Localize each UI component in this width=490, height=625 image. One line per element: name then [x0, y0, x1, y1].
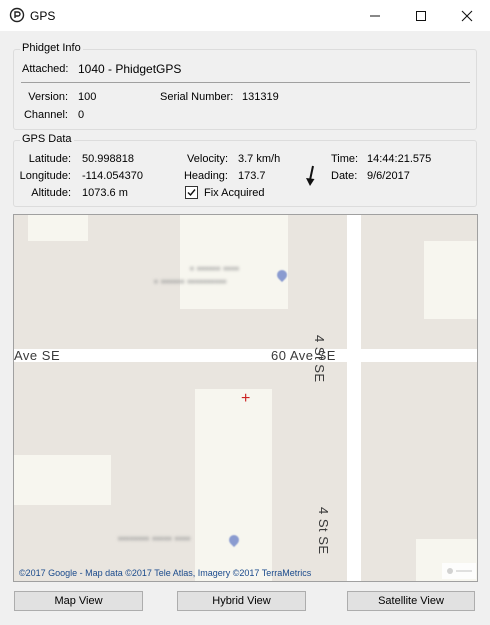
road-label-4-st-top: 4 St SE [312, 335, 327, 383]
maximize-button[interactable] [398, 0, 444, 31]
longitude-value: -114.054370 [82, 170, 143, 182]
channel-label: Channel: [23, 109, 68, 121]
satellite-view-button[interactable]: Satellite View [347, 591, 475, 611]
phidget-app-icon [9, 7, 25, 23]
attached-value: 1040 - PhidgetGPS [78, 62, 182, 76]
close-icon [461, 10, 473, 21]
blurred-place-label: ▪▪▪▪▪▪▪▪ ▪▪▪▪▪ ▪▪▪▪ [118, 533, 191, 545]
window-title: GPS [30, 9, 56, 23]
map-building [14, 455, 111, 505]
minimize-icon [370, 15, 380, 16]
position-crosshair-icon: + [241, 390, 251, 407]
longitude-label: Longitude: [19, 170, 71, 182]
attached-label: Attached: [22, 63, 69, 75]
blurred-place-label: ▪ ▪▪▪▪▪▪ ▪▪▪▪▪▪▪▪▪▪ [154, 276, 227, 288]
map-view-button[interactable]: Map View [14, 591, 143, 611]
latitude-label: Latitude: [28, 153, 71, 165]
fix-acquired-checkbox[interactable] [185, 186, 198, 199]
map-view[interactable]: ▪ ▪▪▪▪▪▪ ▪▪▪▪ ▪ ▪▪▪▪▪▪ ▪▪▪▪▪▪▪▪▪▪ ▪▪▪▪▪▪… [13, 214, 478, 582]
maximize-icon [416, 10, 426, 21]
fix-acquired-label: Fix Acquired [204, 187, 265, 199]
time-label: Time: [331, 153, 359, 165]
heading-value: 173.7 [238, 170, 266, 182]
road-label-60-ave-left: Ave SE [14, 348, 61, 363]
heading-label: Heading: [183, 170, 228, 182]
channel-value: 0 [78, 109, 85, 121]
map-copyright: ©2017 Google - Map data ©2017 Tele Atlas… [19, 568, 312, 578]
blurred-place-label: ▪ ▪▪▪▪▪▪ ▪▪▪▪ [190, 263, 240, 275]
info-separator [21, 82, 470, 83]
map-scale-icon [442, 563, 476, 579]
checkmark-icon [187, 189, 196, 197]
altitude-value: 1073.6 m [82, 187, 128, 199]
version-value: 100 [78, 91, 97, 103]
date-value: 9/6/2017 [367, 170, 410, 182]
road-4-st-se [347, 215, 361, 581]
map-building [180, 215, 288, 309]
gps-data-title: GPS Data [20, 133, 74, 145]
close-button[interactable] [444, 0, 490, 31]
road-label-4-st-bottom: 4 St SE [316, 507, 331, 555]
velocity-value: 3.7 km/h [238, 153, 281, 165]
map-building [28, 215, 88, 241]
map-building [424, 241, 477, 319]
minimize-button[interactable] [352, 0, 398, 31]
date-label: Date: [331, 170, 358, 182]
map-building [195, 389, 272, 581]
serial-number-value: 131319 [242, 91, 279, 103]
road-60-ave-se [14, 349, 477, 362]
hybrid-view-button[interactable]: Hybrid View [177, 591, 306, 611]
phidget-info-title: Phidget Info [20, 42, 83, 54]
heading-arrow-icon [304, 164, 318, 191]
velocity-label: Velocity: [187, 153, 228, 165]
latitude-value: 50.998818 [82, 153, 134, 165]
altitude-label: Altitude: [31, 187, 71, 199]
serial-number-label: Serial Number: [160, 91, 234, 103]
time-value: 14:44:21.575 [367, 153, 432, 165]
version-label: Version: [28, 91, 68, 103]
